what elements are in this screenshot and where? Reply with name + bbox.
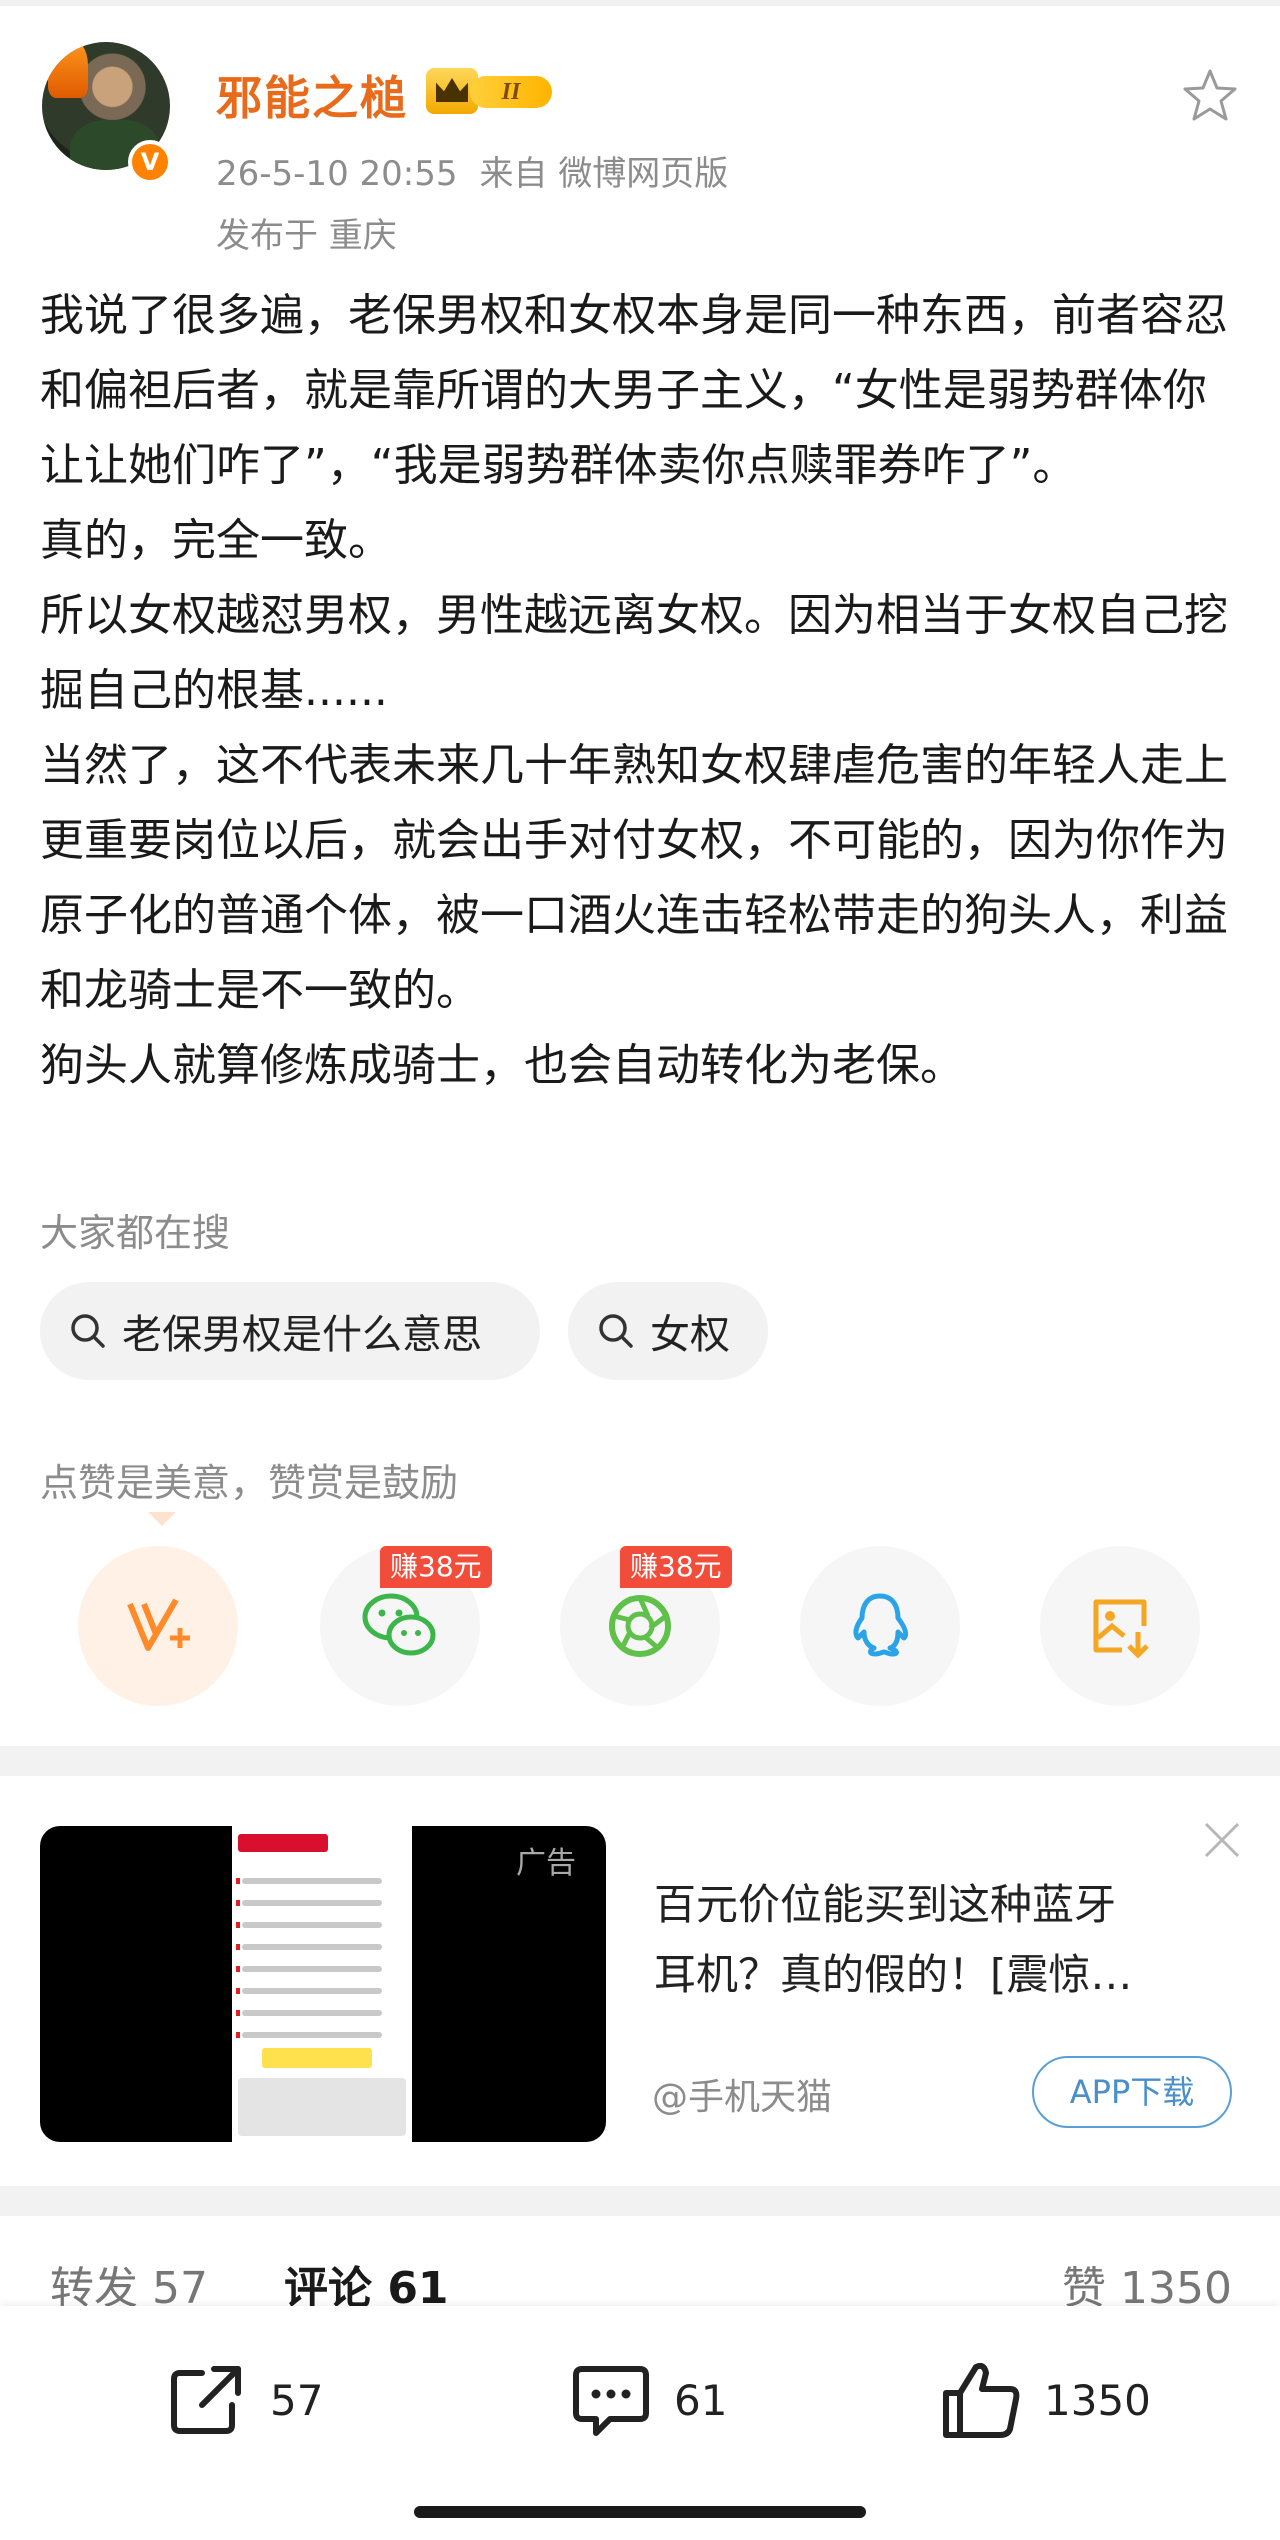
- post-source: 微博网页版: [558, 154, 729, 194]
- interaction-tabs: 转发 57 评论 61 赞 1350: [0, 2216, 1280, 2314]
- thumbs-up-icon: [943, 2362, 1020, 2438]
- search-icon: [71, 1314, 105, 1348]
- comment-button[interactable]: 61: [566, 2354, 727, 2446]
- comment-count: 61: [674, 2375, 728, 2425]
- post-paragraph: 所以女权越怼男权，男性越远离女权。因为相当于女权自己挖掘自己的根基......: [40, 590, 1228, 716]
- post-paragraph: 狗头人就算修炼成骑士，也会自动转化为老保。: [40, 1040, 964, 1091]
- search-chip[interactable]: 老保男权是什么意思: [40, 1282, 540, 1380]
- search-icon: [599, 1314, 633, 1348]
- vplus-icon: [127, 1598, 190, 1651]
- wechat-icon: [362, 1593, 436, 1656]
- search-chip-label: 女权: [650, 1312, 730, 1358]
- like-button[interactable]: 1350: [936, 2354, 1151, 2446]
- post-body: 我说了很多遍，老保男权和女权本身是同一种东西，前者容忍和偏袒后者，就是靠所谓的大…: [40, 278, 1250, 1103]
- share-qq-button[interactable]: [800, 1546, 960, 1706]
- reward-button[interactable]: [78, 1546, 238, 1706]
- comment-icon: [573, 2366, 649, 2436]
- member-level: II: [470, 76, 552, 108]
- ad-title[interactable]: 百元价位能买到这种蓝牙 耳机？真的假的！[震惊…: [654, 1870, 1224, 2010]
- save-image-icon: [1093, 1599, 1149, 1659]
- section-divider: [0, 1746, 1280, 1776]
- repost-icon: [171, 2366, 241, 2434]
- moments-icon: [609, 1595, 671, 1657]
- app-download-button[interactable]: APP下载: [1032, 2056, 1232, 2128]
- post-paragraph: 真的，完全一致。: [40, 515, 392, 566]
- repost-count: 57: [270, 2375, 324, 2425]
- post-paragraph: 当然了，这不代表未来几十年熟知女权肆虐危害的年轻人走上更重要岗位以后，就会出手对…: [40, 740, 1228, 1016]
- author-name[interactable]: 邪能之槌: [216, 62, 408, 128]
- like-count: 1350: [1044, 2375, 1151, 2425]
- ad-source[interactable]: @手机天猫: [652, 2068, 832, 2120]
- close-icon[interactable]: [1200, 1818, 1244, 1862]
- avatar-torch: [48, 42, 88, 98]
- ad-label: 广告: [516, 1846, 576, 1881]
- earn-badge: 赚38元: [620, 1546, 732, 1588]
- earn-badge: 赚38元: [380, 1546, 492, 1588]
- reward-pointer: [148, 1512, 176, 1526]
- post-meta: 26-5-10 20:55 来自 微博网页版: [216, 146, 728, 195]
- top-divider: [0, 0, 1280, 6]
- member-crown-badge[interactable]: II: [426, 68, 552, 114]
- section-divider: [0, 2186, 1280, 2216]
- post-location: 发布于 重庆: [216, 216, 397, 256]
- post-time: 26-5-10 20:55: [216, 154, 458, 194]
- search-chip[interactable]: 女权: [568, 1282, 768, 1380]
- save-image-button[interactable]: [1040, 1546, 1200, 1706]
- verified-badge-icon: V: [128, 140, 172, 184]
- reward-hint: 点赞是美意，赞赏是鼓励: [40, 1461, 459, 1505]
- search-chip-label: 老保男权是什么意思: [122, 1312, 482, 1358]
- source-label: 来自: [479, 154, 548, 194]
- post-paragraph: 我说了很多遍，老保男权和女权本身是同一种东西，前者容忍和偏袒后者，就是靠所谓的大…: [40, 290, 1228, 491]
- home-indicator[interactable]: [414, 2506, 866, 2518]
- repost-button[interactable]: 57: [162, 2354, 323, 2446]
- favorite-star-icon[interactable]: [1180, 66, 1240, 126]
- bottom-action-bar: 57 61 1350: [0, 2306, 1280, 2540]
- ad-title-line: 百元价位能买到这种蓝牙: [654, 1880, 1117, 1929]
- qq-icon: [853, 1593, 909, 1657]
- ad-title-line: 耳机？真的假的！[震惊…: [654, 1950, 1133, 1999]
- ad-video-preview: [232, 1826, 412, 2142]
- trending-search-title: 大家都在搜: [40, 1211, 231, 1255]
